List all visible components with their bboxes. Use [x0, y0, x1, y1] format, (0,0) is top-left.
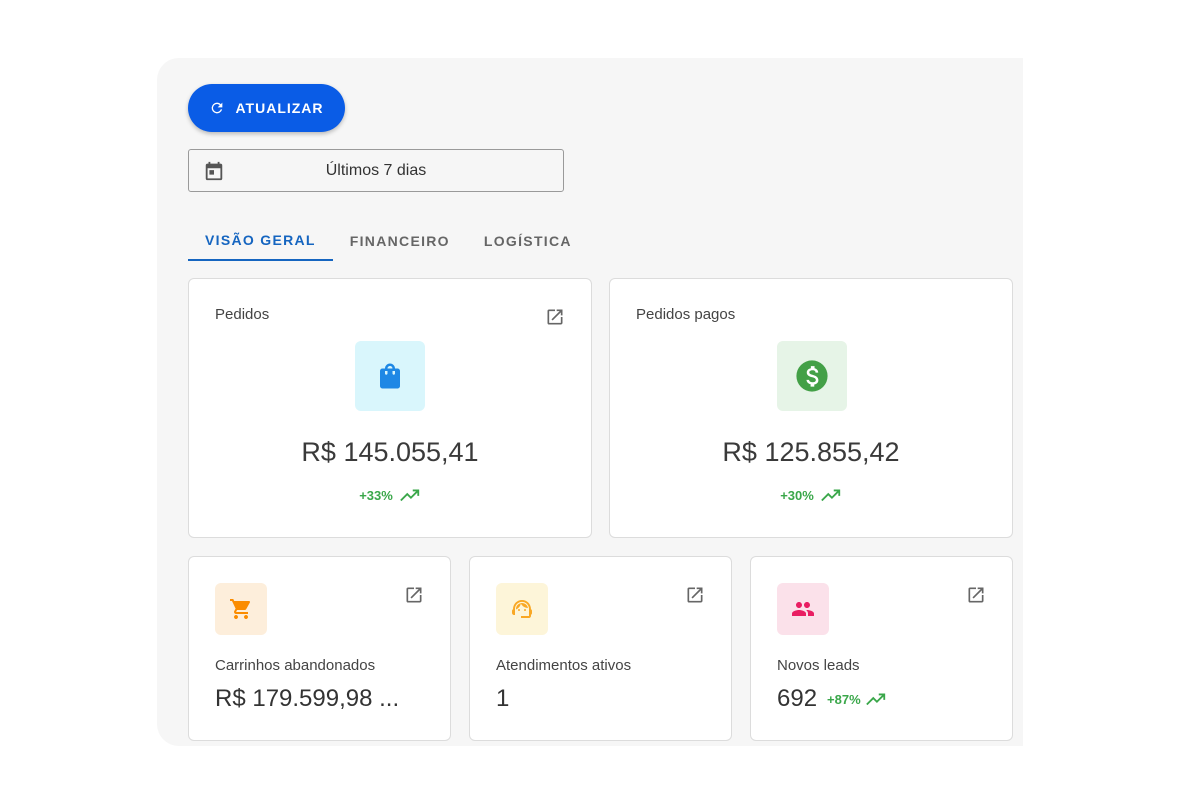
trend-indicator: +30% — [610, 487, 1012, 503]
card-pedidos: Pedidos R$ 145.055,41 +33% — [188, 278, 592, 538]
card-atendimentos-ativos: Atendimentos ativos 1 — [469, 556, 732, 741]
card-title: Pedidos pagos — [636, 306, 736, 323]
card-value: R$ 145.055,41 — [301, 437, 479, 467]
card-pedidos-pagos: Pedidos pagos R$ 125.855,42 +30% — [609, 278, 1013, 538]
dollar-icon — [777, 341, 847, 411]
card-value-text: 1 — [496, 685, 510, 712]
card-value-text: 692 — [777, 685, 818, 712]
card-title: Pedidos — [215, 306, 270, 323]
trending-up-icon — [865, 693, 885, 706]
open-external-icon[interactable] — [404, 585, 424, 605]
card-value: 692 +87% — [777, 685, 887, 713]
card-title: Carrinhos abandonados — [215, 657, 376, 674]
cart-icon — [215, 583, 267, 635]
trend-value: +87% — [827, 691, 861, 707]
tab-logistica[interactable]: LOGÍSTICA — [467, 220, 589, 261]
tab-financeiro[interactable]: FINANCEIRO — [333, 220, 467, 261]
card-value: 1 — [496, 685, 509, 713]
refresh-icon — [212, 102, 223, 114]
open-external-icon[interactable] — [545, 307, 565, 327]
people-icon — [777, 583, 829, 635]
shopping-bag-icon — [355, 341, 425, 411]
card-title: Novos leads — [777, 657, 860, 674]
trend-indicator: +33% — [189, 487, 591, 503]
card-value-text: R$ 179.599,98 ... — [215, 685, 400, 712]
date-range-picker[interactable]: Últimos 7 dias — [188, 149, 564, 192]
trend-indicator: +87% — [827, 691, 887, 707]
support-agent-icon — [496, 583, 548, 635]
refresh-button[interactable]: ATUALIZAR — [188, 84, 345, 132]
trend-value: +30% — [780, 487, 814, 503]
tab-bar: VISÃO GERAL FINANCEIRO LOGÍSTICA — [188, 220, 589, 262]
calendar-icon — [205, 161, 223, 181]
card-value: R$ 179.599,98 ... — [215, 685, 399, 713]
card-title: Atendimentos ativos — [496, 657, 632, 674]
card-carrinhos-abandonados: Carrinhos abandonados R$ 179.599,98 ... — [188, 556, 451, 741]
card-novos-leads: Novos leads 692 +87% — [750, 556, 1013, 741]
trend-value: +33% — [359, 487, 393, 503]
date-range-value: Últimos 7 dias — [325, 161, 427, 179]
open-external-icon[interactable] — [966, 585, 986, 605]
trending-up-icon — [820, 489, 840, 502]
open-external-icon[interactable] — [685, 585, 705, 605]
tab-visao-geral[interactable]: VISÃO GERAL — [188, 220, 333, 261]
trending-up-icon — [399, 489, 419, 502]
card-value: R$ 125.855,42 — [722, 437, 900, 467]
refresh-button-label: ATUALIZAR — [235, 100, 324, 116]
